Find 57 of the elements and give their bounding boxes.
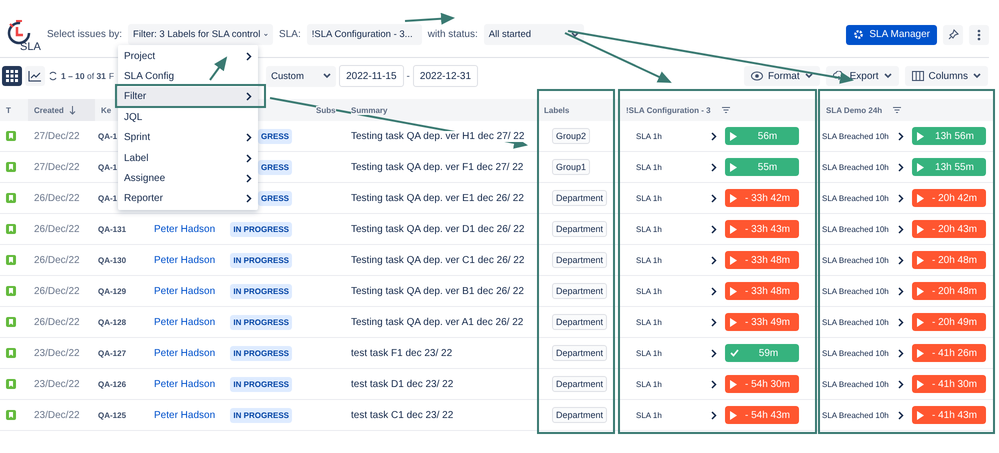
- summary-text: test task C1 dec 23/ 22: [351, 410, 454, 420]
- sla-name: SLA 1h: [636, 286, 663, 296]
- sla-name: SLA Breached 10h: [822, 194, 890, 202]
- summary-text: Testing task QA dep. ver A1 dec 26/ 22: [351, 316, 524, 328]
- sla-name: SLA Breached 10h: [822, 162, 890, 172]
- result-count: 1 – 10 of 31: [61, 71, 106, 81]
- status-badge: IN PROGRESS: [230, 284, 292, 298]
- summary-text: Testing task QA dep. ver D1 dec 26/ 22: [351, 224, 524, 234]
- sla-name: SLA Breached 10h: [822, 224, 890, 234]
- label-tag: Group1: [552, 159, 590, 175]
- label-tag: Department: [552, 376, 608, 392]
- sla-name: SLA 1h: [636, 194, 663, 202]
- summary-text: Testing task QA dep. ver B1 dec 26/ 22: [351, 286, 524, 296]
- sla-name: SLA 1h: [636, 318, 663, 326]
- select-label: Select issues by:: [47, 29, 122, 40]
- toolbar-text: F: [108, 71, 114, 81]
- sla-name: SLA Breached 10h: [822, 286, 890, 296]
- summary-text: test task F1 dec 23/ 22: [351, 348, 452, 358]
- status-badge: IN PROGRESS: [230, 252, 292, 268]
- sla-name: SLA Breached 10h: [822, 348, 890, 358]
- label-tag: Department: [552, 221, 608, 237]
- status-badge: IN PROGRESS: [230, 376, 292, 392]
- sla-name: SLA Breached 10h: [822, 318, 890, 326]
- sla-name: SLA 1h: [636, 224, 663, 234]
- status-badge: IN PROGRESS: [230, 408, 292, 422]
- sla-name: SLA Breached 10h: [822, 256, 890, 264]
- status-label: with status:: [428, 29, 478, 40]
- sla-name: SLA Breached 10h: [822, 132, 890, 140]
- sla-name: SLA 1h: [636, 132, 663, 140]
- label-tag: Department: [552, 345, 608, 361]
- date-separator: -: [406, 70, 410, 82]
- summary-text: Testing task QA dep. ver E1 dec 26/ 22: [351, 192, 524, 204]
- summary-text: Testing task QA dep. ver H1 dec 27/ 22: [351, 130, 524, 142]
- sla-name: SLA 1h: [636, 256, 663, 264]
- status-badge: GRESS: [258, 160, 292, 174]
- status-badge: IN PROGRESS: [230, 346, 292, 360]
- sla-name: SLA Breached 10h: [822, 410, 890, 420]
- label-tag: Department: [552, 314, 608, 330]
- label-tag: Department: [552, 283, 608, 299]
- label-tag: Department: [552, 252, 608, 268]
- summary-text: test task D1 dec 23/ 22: [351, 378, 454, 390]
- sla-name: SLA 1h: [636, 410, 663, 420]
- status-badge: IN PROGRESS: [230, 222, 292, 236]
- label-tag: Group2: [552, 128, 590, 144]
- status-badge: GRESS: [258, 190, 292, 206]
- summary-text: Testing task QA dep. ver F1 dec 27/ 22: [351, 162, 524, 172]
- label-tag: Department: [552, 190, 608, 206]
- label-tag: Department: [552, 407, 608, 423]
- sla-name: SLA Breached 10h: [822, 380, 890, 388]
- status-badge: GRESS: [258, 128, 292, 144]
- sla-name: SLA 1h: [636, 162, 663, 172]
- summary-text: Testing task QA dep. ver C1 dec 26/ 22: [351, 254, 524, 266]
- sla-name: SLA 1h: [636, 380, 663, 388]
- stopwatch-logo: SLA: [5, 16, 41, 52]
- sla-label: SLA:: [279, 29, 301, 40]
- status-badge: IN PROGRESS: [230, 314, 292, 330]
- sla-name: SLA 1h: [636, 348, 663, 358]
